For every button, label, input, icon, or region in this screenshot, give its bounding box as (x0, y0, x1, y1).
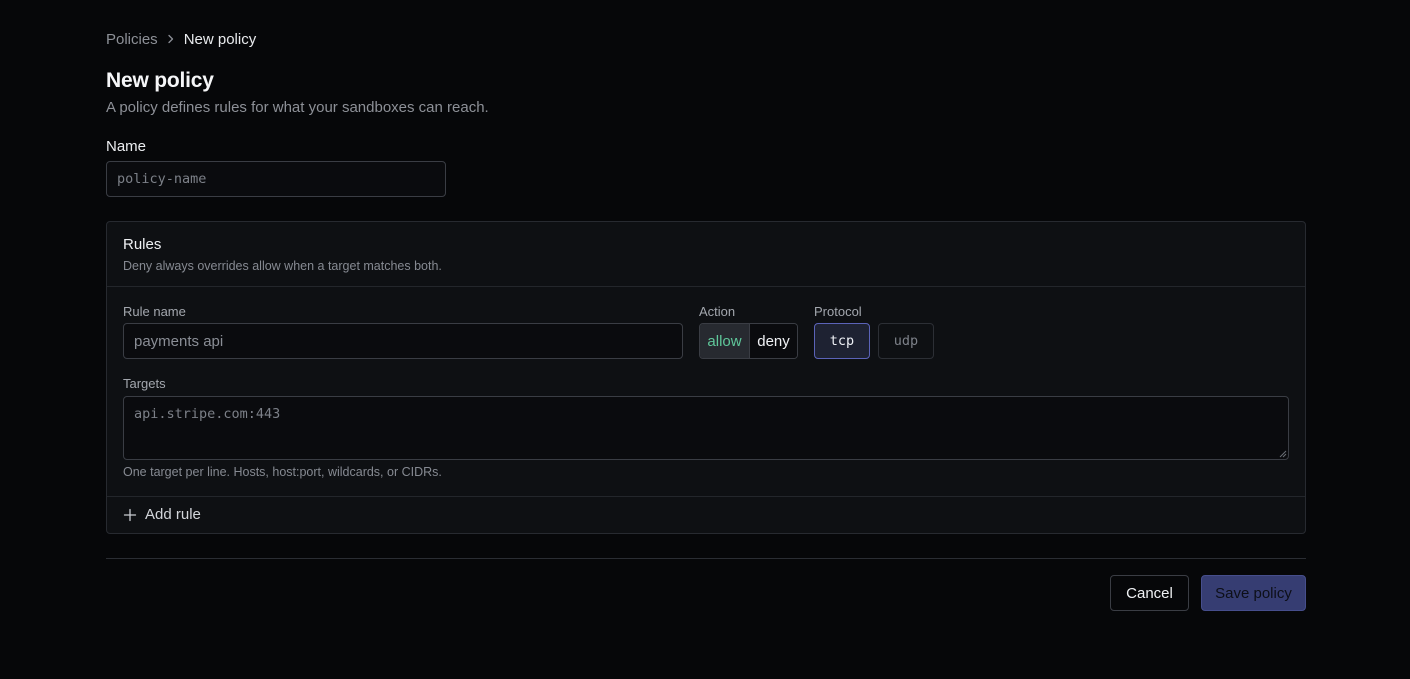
add-rule-button[interactable]: Add rule (123, 506, 201, 523)
rule-name-input[interactable] (123, 323, 683, 359)
chevron-right-icon (158, 34, 184, 44)
action-allow-button[interactable]: allow (700, 324, 750, 358)
action-toggle: allow deny (699, 323, 798, 359)
add-rule-label: Add rule (145, 506, 201, 523)
name-label: Name (106, 138, 147, 155)
targets-label: Targets (123, 376, 166, 391)
targets-textarea[interactable] (123, 396, 1289, 460)
breadcrumb: Policies New policy (106, 29, 256, 49)
rules-header: Rules Deny always overrides allow when a… (107, 222, 1305, 287)
page-title: New policy (106, 69, 214, 92)
rules-footer: Add rule (107, 496, 1305, 534)
footer-divider (106, 558, 1306, 559)
protocol-udp-button[interactable]: udp (878, 323, 934, 359)
rule-name-label: Rule name (123, 304, 186, 319)
rules-description: Deny always overrides allow when a targe… (123, 259, 442, 273)
action-label: Action (699, 304, 736, 319)
action-deny-button[interactable]: deny (750, 324, 797, 358)
page-subtitle: A policy defines rules for what your san… (106, 99, 489, 116)
plus-icon (123, 508, 137, 521)
protocol-label: Protocol (814, 304, 862, 319)
resize-grip-icon[interactable] (1277, 448, 1287, 458)
save-policy-button[interactable]: Save policy (1201, 575, 1306, 611)
rules-title: Rules (123, 236, 162, 253)
targets-help-text: One target per line. Hosts, host:port, w… (123, 465, 442, 479)
policy-name-input[interactable] (106, 161, 446, 197)
cancel-button[interactable]: Cancel (1110, 575, 1189, 611)
breadcrumb-policies-link[interactable]: Policies (106, 31, 158, 48)
protocol-tcp-button[interactable]: tcp (814, 323, 870, 359)
breadcrumb-current: New policy (183, 30, 257, 48)
rules-card: Rules Deny always overrides allow when a… (106, 221, 1306, 534)
